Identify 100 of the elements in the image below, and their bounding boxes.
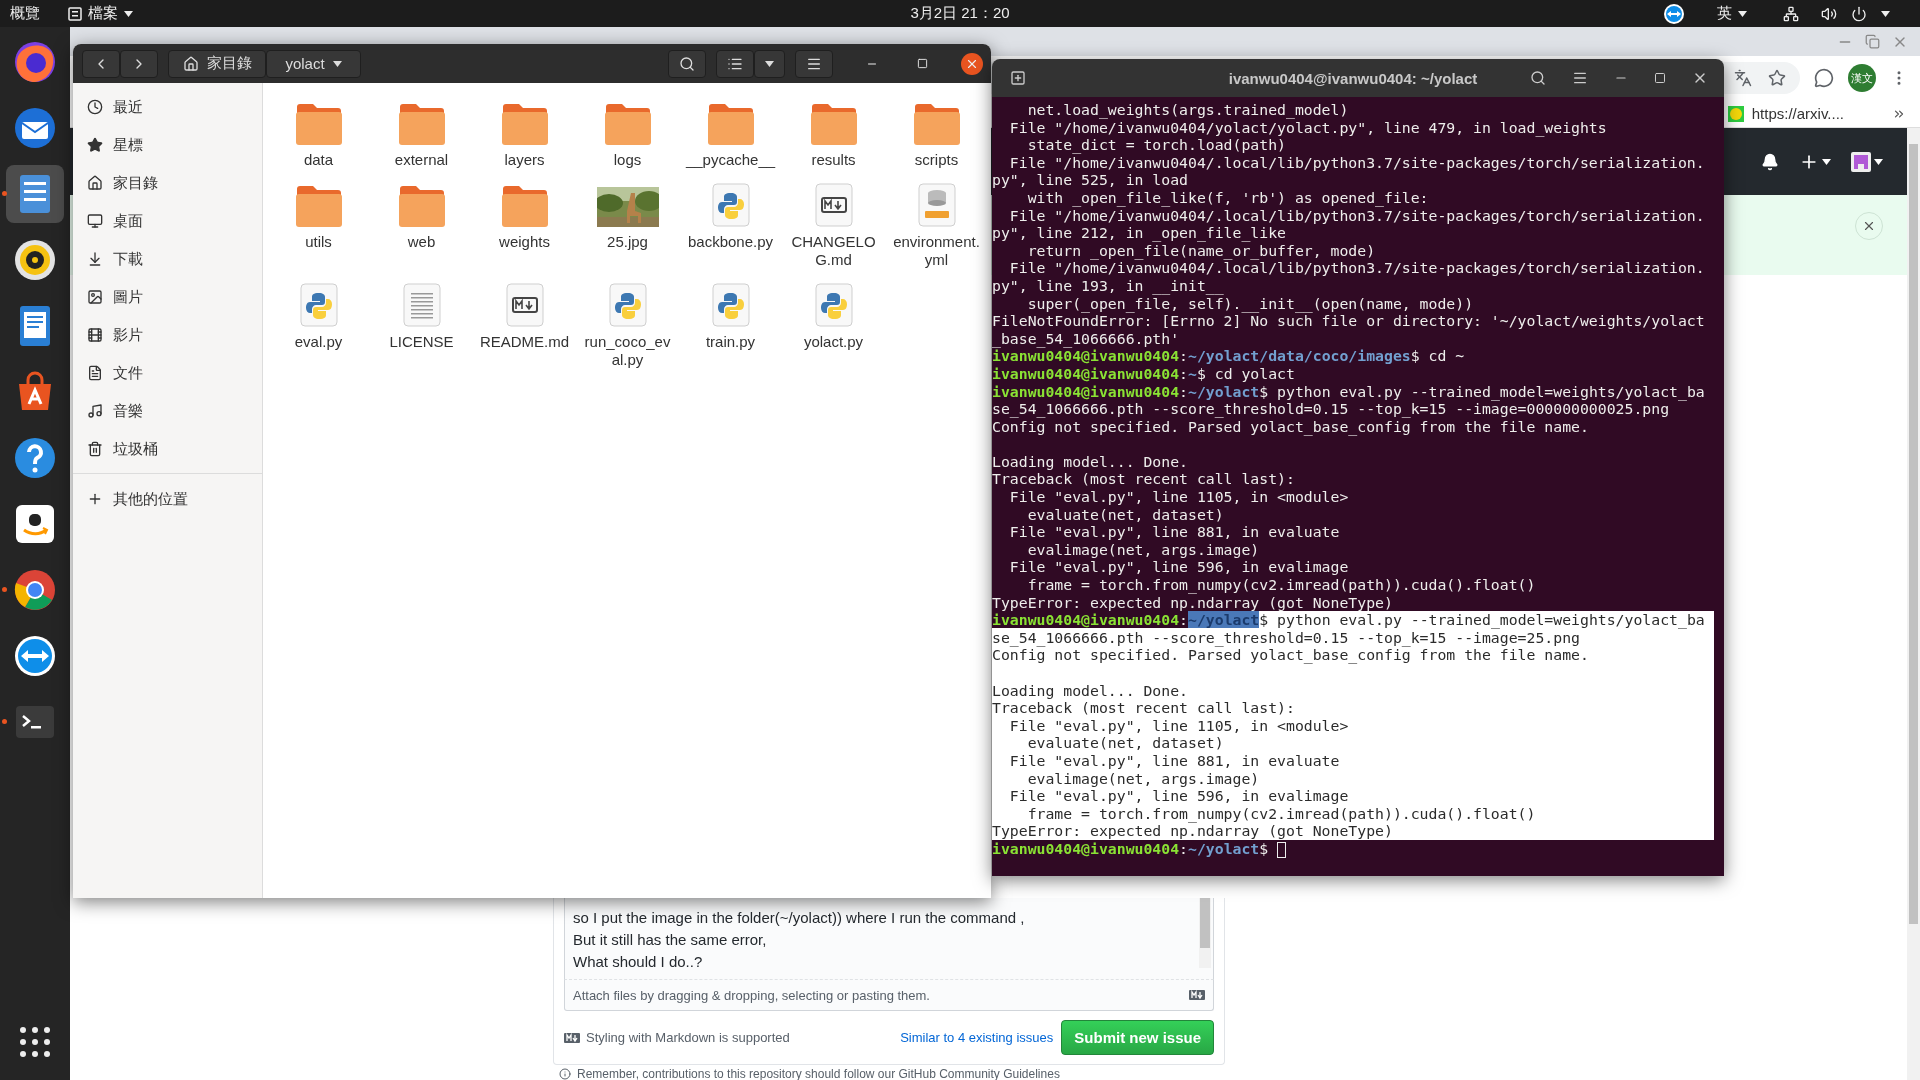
terminal-line: with _open_file_like(f, 'rb') as opened_file: <box>1026 188 1430 207</box>
sidebar-item[interactable]: 圖片 <box>73 278 262 316</box>
similar-issues-link[interactable]: Similar to 4 existing issues <box>900 1030 1054 1045</box>
file-item[interactable]: backbone.py <box>679 175 782 269</box>
folder-icon <box>603 103 652 145</box>
file-item[interactable]: run_coco_eval.py <box>576 275 679 369</box>
file-item[interactable]: environment.yml <box>885 175 988 269</box>
terminal-line: ivanwu0404@ivanwu0404:~/yolact$ <box>992 839 1714 858</box>
plus-icon <box>87 491 103 507</box>
view-options-button[interactable] <box>754 49 785 78</box>
caret-icon <box>1874 158 1883 165</box>
scrollbar[interactable] <box>1199 898 1211 968</box>
forward-button[interactable] <box>120 49 158 78</box>
app-menu[interactable]: 檔案 <box>68 4 133 23</box>
sidebar-item[interactable]: 下載 <box>73 240 262 278</box>
caret-icon <box>1738 10 1747 17</box>
markdown-icon <box>1189 990 1205 1000</box>
python-file-icon <box>298 283 339 327</box>
file-item[interactable]: scripts <box>885 93 988 169</box>
sidebar-item[interactable]: 音樂 <box>73 392 262 430</box>
file-item[interactable]: __pycache__ <box>679 93 782 169</box>
page-scrollbar[interactable] <box>1907 128 1920 1080</box>
user-menu[interactable] <box>1851 151 1883 172</box>
file-item[interactable]: train.py <box>679 275 782 369</box>
view-button[interactable] <box>716 49 754 78</box>
smiley-icon <box>1727 105 1744 122</box>
terminal-line: _base_54_1066666.pth' <box>992 329 1181 348</box>
file-item[interactable]: layers <box>473 93 576 169</box>
database-file-icon <box>916 183 957 227</box>
clock-icon <box>87 99 103 115</box>
file-cabinet-icon <box>68 6 82 21</box>
file-item[interactable]: utils <box>267 175 370 269</box>
volume-icon[interactable] <box>1821 5 1837 22</box>
chat-bubble-icon[interactable] <box>1814 68 1834 88</box>
sidebar-item[interactable]: 垃圾桶 <box>73 430 262 468</box>
file-item[interactable]: logs <box>576 93 679 169</box>
terminal-line: FileNotFoundError: [Errno 2] No such file or directory: '~/yolact/weights/yolact <box>992 312 1706 330</box>
back-button[interactable] <box>82 49 120 78</box>
sidebar-item[interactable]: 文件 <box>73 354 262 392</box>
terminal-line: net.load_weights(args.trained_model) <box>1026 101 1350 119</box>
document-icon <box>87 365 103 381</box>
network-icon[interactable] <box>1783 5 1799 22</box>
path-button[interactable]: yolact <box>266 49 361 78</box>
file-item[interactable]: weights <box>473 175 576 269</box>
folder-icon <box>397 103 446 145</box>
terminal-line: File "eval.py", line 596, in evalimage <box>1008 558 1350 577</box>
file-item[interactable]: yolact.py <box>782 275 885 369</box>
restore-icon[interactable] <box>1865 33 1880 49</box>
maximize-icon <box>1654 72 1666 84</box>
search-button[interactable] <box>668 49 706 78</box>
file-item[interactable]: README.md <box>473 275 576 369</box>
file-item[interactable]: data <box>267 93 370 169</box>
sidebar-item[interactable]: 桌面 <box>73 202 262 240</box>
trash-icon <box>87 441 103 457</box>
translate-icon[interactable] <box>1734 69 1752 87</box>
folder-icon <box>294 103 343 145</box>
path-button[interactable]: 家目錄 <box>168 49 266 78</box>
download-icon <box>87 251 103 267</box>
close-button[interactable] <box>961 52 983 75</box>
folder-icon <box>294 185 343 227</box>
terminal-line: ivanwu0404@ivanwu0404:~/yolact$ python eval.py --trained_model=weights/yolact_ba <box>992 382 1706 401</box>
python-file-icon <box>813 283 854 327</box>
python-file-icon <box>607 283 648 327</box>
markdown-icon <box>564 1032 580 1043</box>
file-item[interactable]: web <box>370 175 473 269</box>
terminal-line: evalimage(net, args.image) <box>1026 540 1261 559</box>
file-item[interactable]: results <box>782 93 885 169</box>
sidebar-item[interactable]: 最近 <box>73 88 262 126</box>
terminal-line: py", line 193, in __init__ <box>992 276 1225 295</box>
activities-button[interactable]: 概覽 <box>10 4 40 23</box>
terminal-line: Loading model... Done. <box>992 452 1189 471</box>
double-arrow-icon[interactable] <box>1663 2 1685 25</box>
file-item[interactable]: CHANGELOG.md <box>782 175 885 269</box>
terminal-line: return _open_file(name_or_buffer, mode) <box>1026 241 1377 260</box>
sidebar-item[interactable]: 星標 <box>73 126 262 164</box>
file-item[interactable]: eval.py <box>267 275 370 369</box>
python-file-icon <box>710 183 751 227</box>
file-item[interactable]: LICENSE <box>370 275 473 369</box>
profile-avatar[interactable]: 漢文 <box>1848 64 1876 92</box>
home-icon <box>87 175 103 191</box>
issue-body-field[interactable]: so I put the image in the folder(~/yolact)) where I run the command , But it still has the same error, What should I do..? <box>564 898 1214 980</box>
clock[interactable]: 3月2日 21：20 <box>910 4 1010 23</box>
input-method-menu[interactable]: 英 <box>1717 4 1747 23</box>
close-icon <box>1862 219 1876 233</box>
terminal-line: super(_open_file, self).__init__(open(name, mode)) <box>1026 294 1475 313</box>
music-note-icon <box>87 403 103 419</box>
sidebar-item[interactable]: 其他的位置 <box>73 480 262 518</box>
power-icon[interactable] <box>1851 5 1867 22</box>
file-item[interactable]: 25.jpg <box>576 175 679 269</box>
menu-button[interactable] <box>795 49 833 78</box>
sidebar-item[interactable]: 家目錄 <box>73 164 262 202</box>
sidebar-item[interactable]: 影片 <box>73 316 262 354</box>
notifications-button[interactable] <box>1761 152 1779 171</box>
folder-icon <box>500 185 549 227</box>
search-icon <box>1530 70 1546 86</box>
caret-icon <box>124 10 133 17</box>
star-icon[interactable] <box>1768 69 1786 87</box>
file-item[interactable]: external <box>370 93 473 169</box>
markdown-file-icon <box>504 283 545 327</box>
bookmark-link[interactable]: https://arxiv.... <box>1727 105 1844 122</box>
